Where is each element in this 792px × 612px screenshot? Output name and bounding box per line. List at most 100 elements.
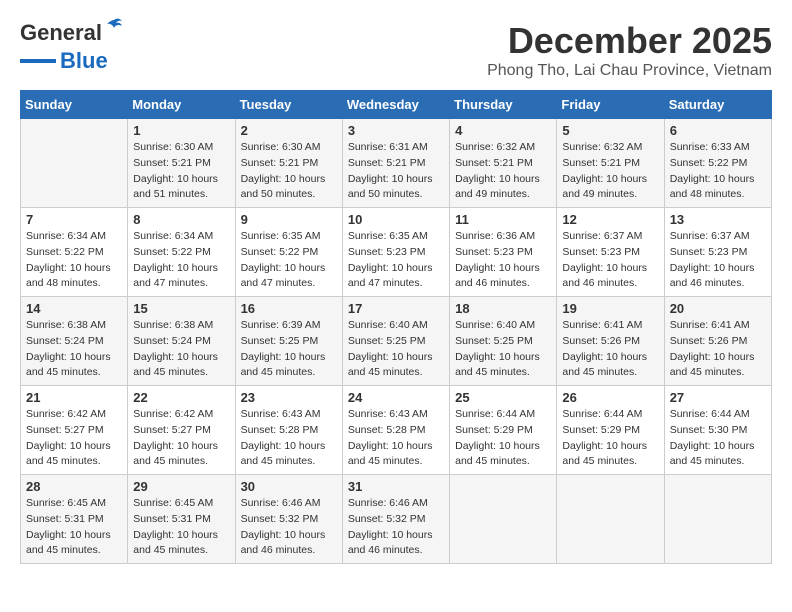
day-number: 28 <box>26 479 122 494</box>
day-number: 23 <box>241 390 337 405</box>
logo-line <box>20 59 56 63</box>
week-row-1: 1 Sunrise: 6:30 AMSunset: 5:21 PMDaylight… <box>21 119 772 208</box>
day-info: Sunrise: 6:40 AMSunset: 5:25 PMDaylight:… <box>455 318 551 381</box>
day-info: Sunrise: 6:30 AMSunset: 5:21 PMDaylight:… <box>241 140 337 203</box>
week-row-5: 28 Sunrise: 6:45 AMSunset: 5:31 PMDayligh… <box>21 475 772 564</box>
day-number: 1 <box>133 123 229 138</box>
day-info: Sunrise: 6:38 AMSunset: 5:24 PMDaylight:… <box>26 318 122 381</box>
day-cell <box>664 475 771 564</box>
day-number: 17 <box>348 301 444 316</box>
day-cell: 7Sunrise: 6:34 AMSunset: 5:22 PMDaylight… <box>21 208 128 297</box>
day-cell: 10 Sunrise: 6:35 AMSunset: 5:23 PMDayligh… <box>342 208 449 297</box>
day-cell: 20 Sunrise: 6:41 AMSunset: 5:26 PMDayligh… <box>664 297 771 386</box>
calendar-table: SundayMondayTuesdayWednesdayThursdayFrid… <box>20 90 772 564</box>
bird-icon <box>102 16 124 38</box>
day-cell: 6Sunrise: 6:33 AMSunset: 5:22 PMDaylight… <box>664 119 771 208</box>
day-cell: 19 Sunrise: 6:41 AMSunset: 5:26 PMDayligh… <box>557 297 664 386</box>
header-tuesday: Tuesday <box>235 91 342 119</box>
day-cell: 2 Sunrise: 6:30 AMSunset: 5:21 PMDaylight… <box>235 119 342 208</box>
day-cell: 30 Sunrise: 6:46 AMSunset: 5:32 PMDayligh… <box>235 475 342 564</box>
day-info: Sunrise: 6:45 AMSunset: 5:31 PMDaylight:… <box>133 496 229 559</box>
day-info: Sunrise: 6:37 AMSunset: 5:23 PMDaylight:… <box>670 229 766 292</box>
header-saturday: Saturday <box>664 91 771 119</box>
day-cell: 17Sunrise: 6:40 AMSunset: 5:25 PMDayligh… <box>342 297 449 386</box>
day-number: 9 <box>241 212 337 227</box>
day-cell <box>450 475 557 564</box>
day-cell: 13Sunrise: 6:37 AMSunset: 5:23 PMDayligh… <box>664 208 771 297</box>
title-section: December 2025 Phong Tho, Lai Chau Provin… <box>487 20 772 80</box>
day-number: 4 <box>455 123 551 138</box>
day-number: 24 <box>348 390 444 405</box>
day-number: 25 <box>455 390 551 405</box>
day-number: 27 <box>670 390 766 405</box>
day-cell: 26 Sunrise: 6:44 AMSunset: 5:29 PMDayligh… <box>557 386 664 475</box>
day-info: Sunrise: 6:44 AMSunset: 5:30 PMDaylight:… <box>670 407 766 470</box>
week-row-2: 7 Sunrise: 6:34 AMSunset: 5:22 PMDaylight… <box>21 208 772 297</box>
day-cell: 3 Sunrise: 6:31 AMSunset: 5:21 PMDaylight… <box>342 119 449 208</box>
day-cell: 22Sunrise: 6:42 AMSunset: 5:27 PMDayligh… <box>128 386 235 475</box>
day-number: 18 <box>455 301 551 316</box>
header-friday: Friday <box>557 91 664 119</box>
day-number: 7 <box>26 212 122 227</box>
day-cell <box>557 475 664 564</box>
day-number: 20 <box>670 301 766 316</box>
day-cell: 31Sunrise: 6:46 AMSunset: 5:32 PMDayligh… <box>342 475 449 564</box>
day-info: Sunrise: 6:41 AMSunset: 5:26 PMDaylight:… <box>670 318 766 381</box>
day-info: Sunrise: 6:38 AMSunset: 5:24 PMDaylight:… <box>133 318 229 381</box>
day-cell: 25 Sunrise: 6:44 AMSunset: 5:29 PMDayligh… <box>450 386 557 475</box>
day-number: 8 <box>133 212 229 227</box>
logo-general: General <box>20 20 102 45</box>
calendar-header-row: SundayMondayTuesdayWednesdayThursdayFrid… <box>21 91 772 119</box>
day-number: 26 <box>562 390 658 405</box>
day-info: Sunrise: 6:39 AMSunset: 5:25 PMDaylight:… <box>241 318 337 381</box>
month-title: December 2025 <box>487 20 772 62</box>
day-number: 19 <box>562 301 658 316</box>
day-cell: 27 Sunrise: 6:44 AMSunset: 5:30 PMDayligh… <box>664 386 771 475</box>
day-number: 12 <box>562 212 658 227</box>
day-cell: 14 Sunrise: 6:38 AMSunset: 5:24 PMDayligh… <box>21 297 128 386</box>
day-number: 5 <box>562 123 658 138</box>
day-info: Sunrise: 6:32 AMSunset: 5:21 PMDaylight:… <box>562 140 658 203</box>
day-info: Sunrise: 6:42 AMSunset: 5:27 PMDaylight:… <box>133 407 229 470</box>
day-number: 2 <box>241 123 337 138</box>
week-row-4: 21Sunrise: 6:42 AMSunset: 5:27 PMDayligh… <box>21 386 772 475</box>
day-number: 3 <box>348 123 444 138</box>
day-info: Sunrise: 6:44 AMSunset: 5:29 PMDaylight:… <box>562 407 658 470</box>
logo-blue: Blue <box>60 48 108 74</box>
day-number: 29 <box>133 479 229 494</box>
day-cell: 4 Sunrise: 6:32 AMSunset: 5:21 PMDaylight… <box>450 119 557 208</box>
day-info: Sunrise: 6:31 AMSunset: 5:21 PMDaylight:… <box>348 140 444 203</box>
day-info: Sunrise: 6:35 AMSunset: 5:23 PMDaylight:… <box>348 229 444 292</box>
subtitle: Phong Tho, Lai Chau Province, Vietnam <box>487 62 772 80</box>
day-cell: 28Sunrise: 6:45 AMSunset: 5:31 PMDayligh… <box>21 475 128 564</box>
day-info: Sunrise: 6:43 AMSunset: 5:28 PMDaylight:… <box>348 407 444 470</box>
day-info: Sunrise: 6:32 AMSunset: 5:21 PMDaylight:… <box>455 140 551 203</box>
day-info: Sunrise: 6:46 AMSunset: 5:32 PMDaylight:… <box>348 496 444 559</box>
day-number: 14 <box>26 301 122 316</box>
day-cell: 8 Sunrise: 6:34 AMSunset: 5:22 PMDaylight… <box>128 208 235 297</box>
day-cell: 16 Sunrise: 6:39 AMSunset: 5:25 PMDayligh… <box>235 297 342 386</box>
day-cell: 5 Sunrise: 6:32 AMSunset: 5:21 PMDaylight… <box>557 119 664 208</box>
day-info: Sunrise: 6:44 AMSunset: 5:29 PMDaylight:… <box>455 407 551 470</box>
day-info: Sunrise: 6:43 AMSunset: 5:28 PMDaylight:… <box>241 407 337 470</box>
day-info: Sunrise: 6:46 AMSunset: 5:32 PMDaylight:… <box>241 496 337 559</box>
day-info: Sunrise: 6:36 AMSunset: 5:23 PMDaylight:… <box>455 229 551 292</box>
day-info: Sunrise: 6:34 AMSunset: 5:22 PMDaylight:… <box>133 229 229 292</box>
day-number: 16 <box>241 301 337 316</box>
header-sunday: Sunday <box>21 91 128 119</box>
day-number: 30 <box>241 479 337 494</box>
day-info: Sunrise: 6:41 AMSunset: 5:26 PMDaylight:… <box>562 318 658 381</box>
header-wednesday: Wednesday <box>342 91 449 119</box>
logo: General Blue <box>20 20 108 74</box>
day-number: 10 <box>348 212 444 227</box>
day-info: Sunrise: 6:42 AMSunset: 5:27 PMDaylight:… <box>26 407 122 470</box>
day-number: 15 <box>133 301 229 316</box>
header-thursday: Thursday <box>450 91 557 119</box>
day-cell: 24 Sunrise: 6:43 AMSunset: 5:28 PMDayligh… <box>342 386 449 475</box>
day-cell: 21Sunrise: 6:42 AMSunset: 5:27 PMDayligh… <box>21 386 128 475</box>
week-row-3: 14 Sunrise: 6:38 AMSunset: 5:24 PMDayligh… <box>21 297 772 386</box>
header-monday: Monday <box>128 91 235 119</box>
day-info: Sunrise: 6:30 AMSunset: 5:21 PMDaylight:… <box>133 140 229 203</box>
day-number: 11 <box>455 212 551 227</box>
day-info: Sunrise: 6:37 AMSunset: 5:23 PMDaylight:… <box>562 229 658 292</box>
